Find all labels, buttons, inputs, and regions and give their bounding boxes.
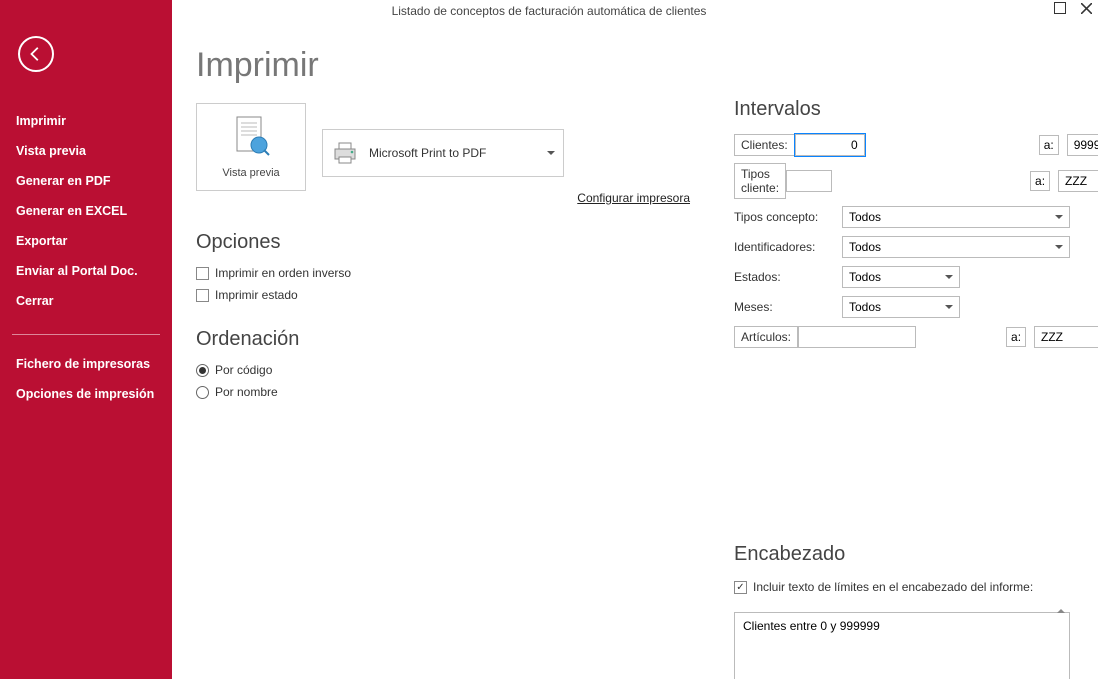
por-codigo-radio[interactable] bbox=[196, 364, 209, 377]
tipos-concepto-value: Todos bbox=[849, 210, 881, 224]
incluir-limites-checkbox[interactable] bbox=[734, 581, 747, 594]
chevron-down-icon bbox=[1055, 245, 1063, 249]
document-preview-icon bbox=[231, 115, 271, 163]
tipos-cliente-label-button[interactable]: Tipos cliente: bbox=[734, 163, 786, 199]
a-label-1[interactable]: a: bbox=[1039, 135, 1059, 155]
back-button[interactable] bbox=[18, 36, 54, 72]
clientes-to-input[interactable] bbox=[1067, 134, 1098, 156]
por-nombre-radio[interactable] bbox=[196, 386, 209, 399]
nav-exportar[interactable]: Exportar bbox=[12, 226, 160, 256]
printer-select[interactable]: Microsoft Print to PDF bbox=[322, 129, 564, 177]
nav-generar-excel[interactable]: Generar en EXCEL bbox=[12, 196, 160, 226]
a-label-3[interactable]: a: bbox=[1006, 327, 1026, 347]
por-codigo-label: Por código bbox=[215, 363, 272, 377]
orden-inverso-label: Imprimir en orden inverso bbox=[215, 266, 351, 280]
clientes-label-button[interactable]: Clientes: bbox=[734, 134, 795, 156]
nav-cerrar[interactable]: Cerrar bbox=[12, 286, 160, 316]
nav-enviar-portal[interactable]: Enviar al Portal Doc. bbox=[12, 256, 160, 286]
nav-imprimir[interactable]: Imprimir bbox=[12, 106, 160, 136]
chevron-down-icon bbox=[945, 305, 953, 309]
identificadores-label: Identificadores: bbox=[734, 240, 842, 254]
incluir-limites-label: Incluir texto de límites en el encabezad… bbox=[753, 580, 1033, 594]
window-maximize-button[interactable] bbox=[1054, 2, 1066, 14]
imprimir-estado-label: Imprimir estado bbox=[215, 288, 298, 302]
estados-label: Estados: bbox=[734, 270, 842, 284]
tipos-cliente-to-input[interactable] bbox=[1058, 170, 1098, 192]
chevron-down-icon bbox=[547, 151, 555, 155]
identificadores-value: Todos bbox=[849, 240, 881, 254]
tipos-concepto-select[interactable]: Todos bbox=[842, 206, 1070, 228]
nav-opciones-impresion[interactable]: Opciones de impresión bbox=[12, 379, 160, 409]
encabezado-textarea[interactable] bbox=[734, 612, 1070, 679]
printer-icon bbox=[331, 139, 359, 167]
meses-label: Meses: bbox=[734, 300, 842, 314]
orden-inverso-checkbox[interactable] bbox=[196, 267, 209, 280]
tipos-concepto-label: Tipos concepto: bbox=[734, 210, 842, 224]
chevron-down-icon bbox=[945, 275, 953, 279]
clientes-from-input[interactable] bbox=[795, 134, 865, 156]
estados-value: Todos bbox=[849, 270, 881, 284]
chevron-down-icon bbox=[1055, 215, 1063, 219]
meses-value: Todos bbox=[849, 300, 881, 314]
identificadores-select[interactable]: Todos bbox=[842, 236, 1070, 258]
window-close-button[interactable] bbox=[1080, 2, 1092, 14]
articulos-from-input[interactable] bbox=[798, 326, 916, 348]
scroll-up-icon[interactable] bbox=[1054, 604, 1068, 618]
nav-vista-previa[interactable]: Vista previa bbox=[12, 136, 160, 166]
sidebar: Imprimir Vista previa Generar en PDF Gen… bbox=[0, 0, 172, 679]
imprimir-estado-checkbox[interactable] bbox=[196, 289, 209, 302]
encabezado-title: Encabezado bbox=[734, 543, 1070, 566]
intervalos-title: Intervalos bbox=[734, 98, 1070, 121]
nav-fichero-impresoras[interactable]: Fichero de impresoras bbox=[12, 349, 160, 379]
page-title: Imprimir bbox=[196, 46, 1070, 85]
vista-previa-label: Vista previa bbox=[222, 167, 279, 179]
printer-name: Microsoft Print to PDF bbox=[369, 146, 486, 160]
meses-select[interactable]: Todos bbox=[842, 296, 960, 318]
configure-printer-link[interactable]: Configurar impresora bbox=[322, 191, 690, 205]
articulos-label-button[interactable]: Artículos: bbox=[734, 326, 798, 348]
a-label-2[interactable]: a: bbox=[1030, 171, 1050, 191]
articulos-to-input[interactable] bbox=[1034, 326, 1098, 348]
tipos-cliente-from-input[interactable] bbox=[786, 170, 832, 192]
estados-select[interactable]: Todos bbox=[842, 266, 960, 288]
vista-previa-button[interactable]: Vista previa bbox=[196, 103, 306, 191]
por-nombre-label: Por nombre bbox=[215, 385, 278, 399]
nav-generar-pdf[interactable]: Generar en PDF bbox=[12, 166, 160, 196]
